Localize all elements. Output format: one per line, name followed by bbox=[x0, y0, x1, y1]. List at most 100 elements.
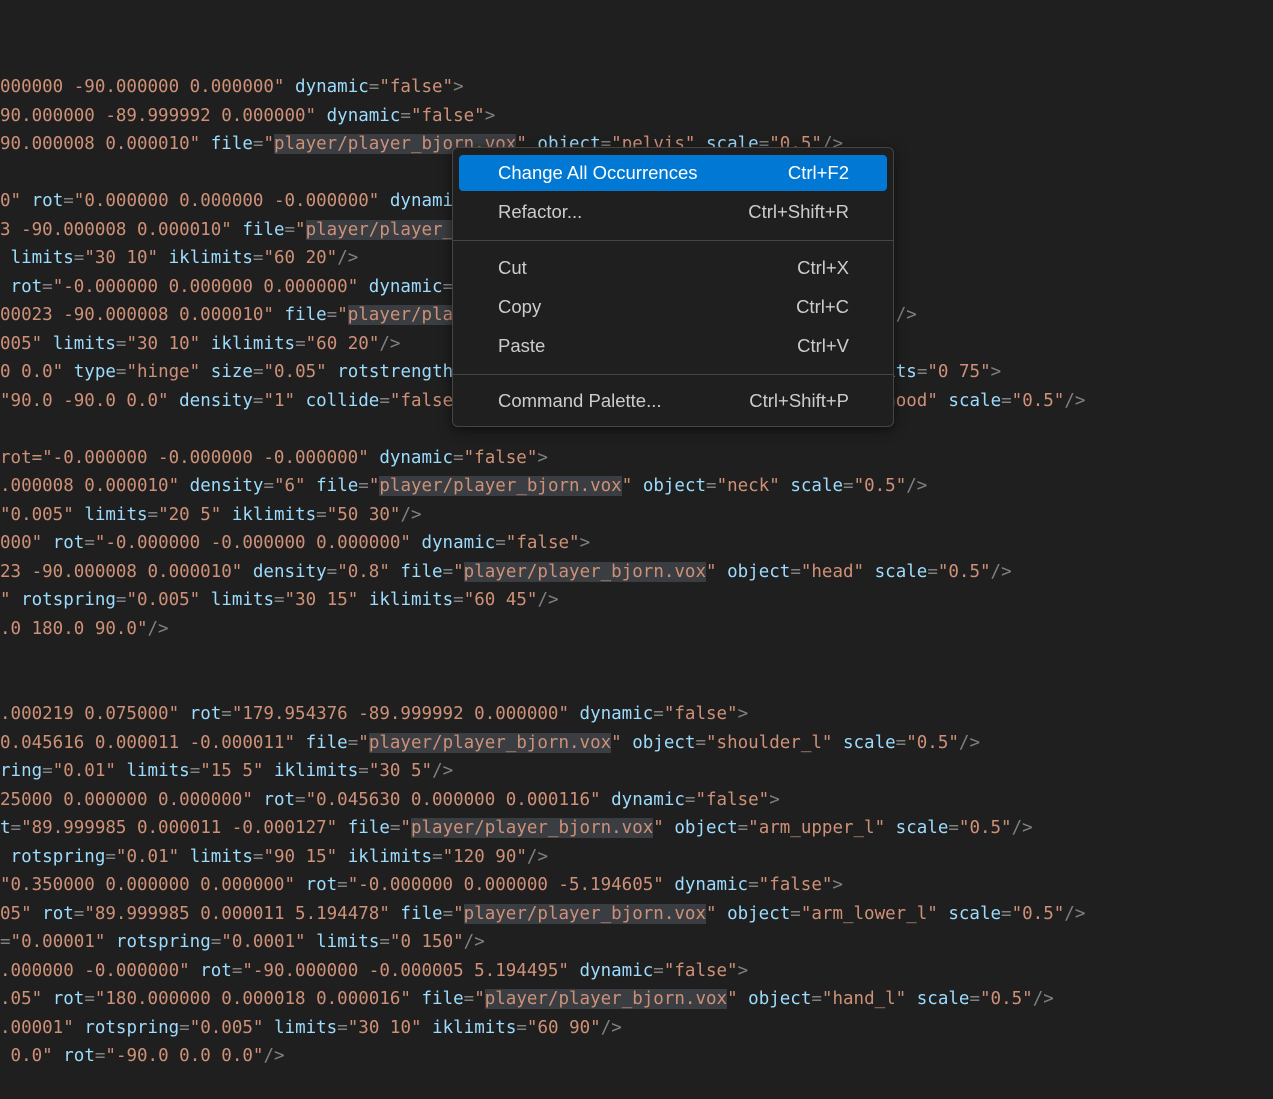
code-line[interactable]: "0.005" limits="20 5" iklimits="50 30"/> bbox=[0, 501, 422, 529]
punctuation: = bbox=[695, 733, 706, 753]
punctuation: = bbox=[463, 989, 475, 1009]
punctuation bbox=[358, 277, 369, 297]
punctuation: = bbox=[347, 733, 359, 753]
code-line[interactable]: .000000 -0.000000" rot="-90.000000 -0.00… bbox=[0, 957, 748, 985]
code-line[interactable]: rot="-0.000000 -0.000000 -0.000000" dyna… bbox=[0, 444, 548, 472]
punctuation bbox=[717, 562, 728, 582]
punctuation bbox=[938, 904, 949, 924]
string-value: " bbox=[611, 733, 622, 753]
menu-item-copy[interactable]: Copy Ctrl+C bbox=[459, 289, 887, 325]
string-value: "false" bbox=[410, 106, 485, 126]
string-value: " bbox=[706, 562, 717, 582]
attribute-name: limits bbox=[84, 505, 148, 525]
punctuation: = bbox=[252, 847, 264, 867]
menu-item-shortcut: Ctrl+Shift+P bbox=[749, 390, 849, 411]
punctuation bbox=[569, 704, 580, 724]
code-line[interactable]: " rotspring="0.005" limits="30 15" iklim… bbox=[0, 586, 559, 614]
punctuation: = bbox=[948, 818, 959, 838]
attribute-name: rotspring bbox=[84, 1018, 180, 1038]
string-value: "0.5" bbox=[853, 476, 907, 496]
string-value: 00023 -90.000008 0.000010" bbox=[0, 305, 274, 325]
code-line[interactable]: .000219 0.075000" rot="179.954376 -89.99… bbox=[0, 700, 748, 728]
attribute-name: iklimits bbox=[432, 1018, 517, 1038]
code-line[interactable]: t="89.999985 0.000011 -0.000127" file="p… bbox=[0, 814, 1033, 842]
menu-item-label: Change All Occurrences bbox=[498, 162, 698, 183]
punctuation bbox=[42, 533, 53, 553]
code-line[interactable]: 0.045616 0.000011 -0.000011" file="playe… bbox=[0, 729, 980, 757]
punctuation: = bbox=[516, 1018, 527, 1038]
string-value: "89.999985 0.000011 5.194478" bbox=[84, 904, 390, 924]
code-line[interactable]: ="0.00001" rotspring="0.0001" limits="0 … bbox=[0, 928, 485, 956]
code-line[interactable]: 0.0" rot="-90.0 0.0 0.0"/> bbox=[0, 1042, 285, 1070]
menu-item-cut[interactable]: Cut Ctrl+X bbox=[459, 250, 887, 286]
string-value: 0" bbox=[0, 191, 22, 211]
punctuation bbox=[295, 875, 306, 895]
code-line[interactable]: limits="30 10" iklimits="60 20"/> bbox=[0, 244, 359, 272]
code-line[interactable]: 23 -90.000008 0.000010" density="0.8" fi… bbox=[0, 558, 1012, 586]
code-line[interactable]: 05" rot="89.999985 0.000011 5.194478" fi… bbox=[0, 900, 1085, 928]
punctuation bbox=[0, 277, 11, 297]
menu-item-command-palette[interactable]: Command Palette... Ctrl+Shift+P bbox=[459, 383, 887, 419]
punctuation bbox=[0, 248, 11, 268]
punctuation bbox=[253, 790, 264, 810]
string-value: "hinge" bbox=[126, 362, 201, 382]
string-value: "false" bbox=[663, 961, 738, 981]
attribute-name: dynamic bbox=[326, 106, 401, 126]
attribute-name: size bbox=[210, 362, 253, 382]
menu-item-label: Command Palette... bbox=[498, 390, 662, 411]
code-line[interactable]: 005" limits="30 10" iklimits="60 20"/> bbox=[0, 330, 400, 358]
menu-item-paste[interactable]: Paste Ctrl+V bbox=[459, 328, 887, 364]
punctuation: = bbox=[337, 1018, 348, 1038]
string-value: "0.005" bbox=[126, 590, 201, 610]
string-value: 000000 -90.000000 0.000000" bbox=[0, 77, 285, 97]
attribute-name: iklimits bbox=[347, 847, 433, 867]
punctuation bbox=[664, 875, 675, 895]
string-value: 000" bbox=[0, 533, 43, 553]
code-line[interactable]: .05" rot="180.000000 0.000018 0.000016" … bbox=[0, 985, 1054, 1013]
attribute-name: rot bbox=[10, 277, 43, 297]
code-line[interactable]: 90.000000 -89.999992 0.000000" dynamic="… bbox=[0, 102, 495, 130]
punctuation bbox=[0, 847, 11, 867]
punctuation bbox=[0, 1046, 11, 1066]
punctuation bbox=[242, 562, 253, 582]
string-value: "head" bbox=[800, 562, 865, 582]
punctuation: = bbox=[379, 391, 390, 411]
attribute-name: dynamic bbox=[579, 704, 654, 724]
attribute-name: density bbox=[179, 391, 253, 411]
code-line[interactable]: ring="0.01" limits="15 5" iklimits="30 5… bbox=[0, 757, 453, 785]
attribute-name: rotspring bbox=[21, 590, 116, 610]
punctuation: = bbox=[1001, 904, 1012, 924]
menu-separator bbox=[453, 374, 893, 375]
punctuation: = bbox=[231, 961, 243, 981]
attribute-name: iklimits bbox=[368, 590, 454, 610]
attribute-name: file bbox=[421, 989, 464, 1009]
string-value: "hand_l" bbox=[821, 989, 907, 1009]
punctuation bbox=[158, 248, 169, 268]
attribute-name: t bbox=[0, 818, 11, 838]
menu-item-refactor[interactable]: Refactor... Ctrl+Shift+R bbox=[459, 194, 887, 230]
attribute-name: rot bbox=[189, 704, 222, 724]
code-line[interactable]: .000008 0.000010" density="6" file="play… bbox=[0, 472, 927, 500]
code-line[interactable]: 25000 0.000000 0.000000" rot="0.045630 0… bbox=[0, 786, 780, 814]
string-value: "0.005" bbox=[189, 1018, 264, 1038]
attribute-name: scale bbox=[948, 391, 1002, 411]
code-line[interactable]: 000" rot="-0.000000 -0.000000 0.000000" … bbox=[0, 529, 590, 557]
code-line[interactable]: "0.350000 0.000000 0.000000" rot="-0.000… bbox=[0, 871, 843, 899]
string-value: " bbox=[0, 590, 11, 610]
attribute-name: object bbox=[642, 476, 707, 496]
menu-item-change-all-occurrences[interactable]: Change All Occurrences Ctrl+F2 bbox=[459, 155, 887, 191]
punctuation bbox=[63, 362, 74, 382]
string-value: 05" bbox=[0, 904, 32, 924]
punctuation: = bbox=[326, 305, 338, 325]
punctuation bbox=[422, 1018, 433, 1038]
code-line[interactable]: 000000 -90.000000 0.000000" dynamic="fal… bbox=[0, 73, 464, 101]
punctuation bbox=[780, 476, 791, 496]
attribute-name: rotspring bbox=[115, 932, 211, 952]
string-value: .00001" bbox=[0, 1018, 74, 1038]
punctuation: > bbox=[579, 533, 591, 553]
code-line[interactable]: .0 180.0 90.0"/> bbox=[0, 615, 169, 643]
code-line[interactable]: .00001" rotspring="0.005" limits="30 10"… bbox=[0, 1014, 622, 1042]
code-line[interactable]: rotspring="0.01" limits="90 15" iklimits… bbox=[0, 843, 548, 871]
attribute-name: object bbox=[632, 733, 696, 753]
attribute-name: file bbox=[316, 476, 359, 496]
